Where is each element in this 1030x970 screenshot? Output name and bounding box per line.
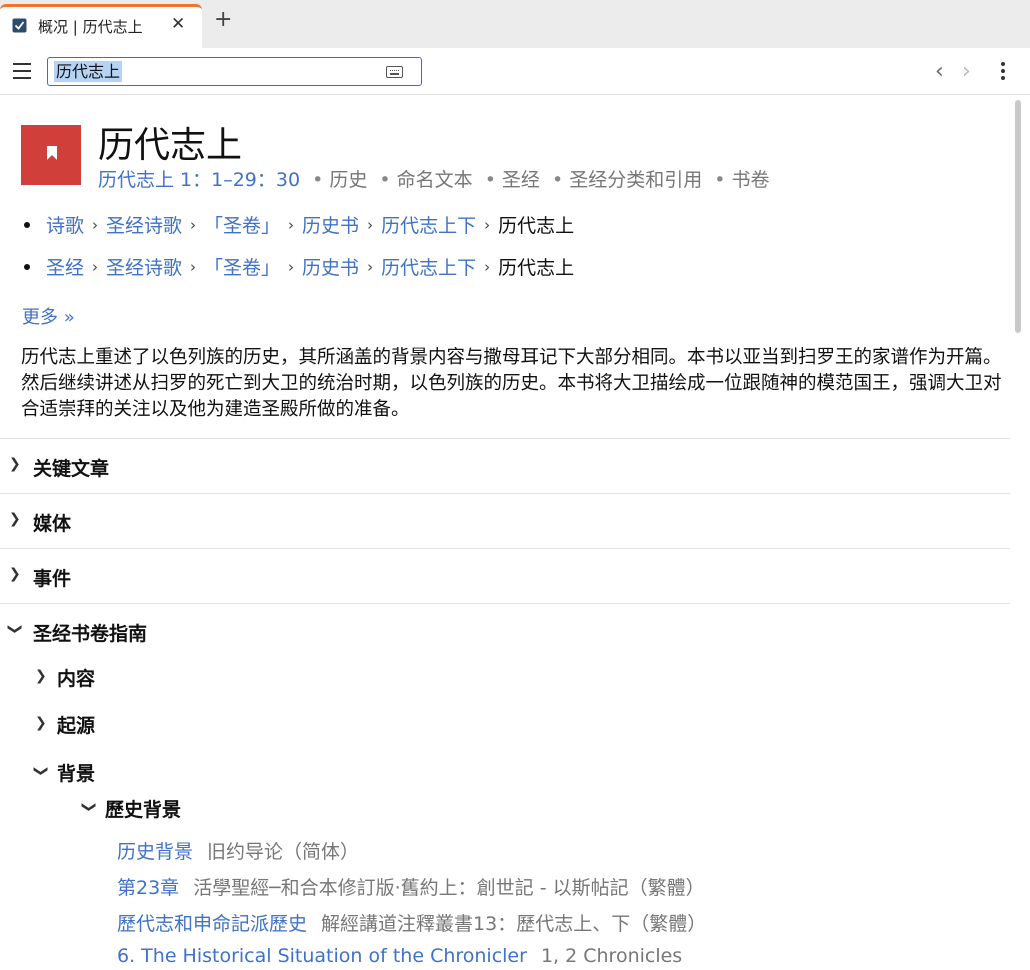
section-label: 事件: [33, 568, 72, 590]
meta-line: 历代志上 1：1–29：30 • 历史 • 命名文本 • 圣经 • 圣经分类和引用 • 书…: [98, 169, 770, 191]
bookmark-icon: [21, 125, 81, 185]
section-label: 媒体: [33, 513, 72, 535]
tag: 命名文本: [396, 169, 473, 191]
chevron-right-icon: ❯: [9, 566, 21, 582]
result-source: 旧约导论（简体）: [207, 841, 360, 863]
breadcrumb-link[interactable]: 「圣卷」: [204, 211, 280, 238]
breadcrumb-link[interactable]: 圣经诗歌: [106, 253, 182, 280]
vertical-dots-icon[interactable]: [1001, 62, 1006, 82]
list-item: 歷代志和申命記派歷史 解經講道注釋叢書13：歷代志上、下（繁體）: [117, 909, 706, 936]
tag: 历史: [329, 169, 368, 191]
search-input[interactable]: 历代志上: [47, 57, 422, 86]
chevron-down-icon: ❯: [6, 623, 23, 635]
tab-bar: 概况 | 历代志上 ✕ +: [0, 0, 1030, 48]
breadcrumb: 圣经 › 圣经诗歌 › 「圣卷」 › 历史书 › 历代志上下 › 历代志上: [22, 253, 574, 280]
scrollbar-thumb[interactable]: [1015, 100, 1021, 333]
result-link[interactable]: 6. The Historical Situation of the Chron…: [117, 945, 527, 967]
page-title: 历代志上: [98, 125, 243, 166]
tag: 圣经分类和引用: [569, 169, 703, 191]
section-events[interactable]: ❯ 事件: [0, 548, 1010, 603]
result-source: 解經講道注釋叢書13：歷代志上、下（繁體）: [321, 913, 707, 935]
list-item: 第23章 活學聖經─和合本修訂版·舊約上：創世記 - 以斯帖記（繁體）: [117, 873, 705, 900]
chevron-right-icon: ❯: [35, 715, 47, 731]
result-link[interactable]: 歷代志和申命記派歷史: [117, 913, 307, 935]
chevron-down-icon: ❯: [32, 765, 49, 777]
checklist-icon: [12, 18, 27, 33]
result-link[interactable]: 历史背景: [117, 841, 193, 863]
breadcrumb-current: 历代志上: [498, 215, 575, 237]
section-label: 圣经书卷指南: [33, 623, 148, 645]
section-media[interactable]: ❯ 媒体: [0, 493, 1010, 548]
subsection-label: 歷史背景: [105, 799, 182, 821]
search-input-value[interactable]: 历代志上: [54, 61, 123, 82]
tag: 圣经: [501, 169, 540, 191]
result-link[interactable]: 第23章: [117, 877, 179, 899]
chevron-right-icon: ❯: [9, 511, 21, 527]
breadcrumb: 诗歌 › 圣经诗歌 › 「圣卷」 › 历史书 › 历代志上下 › 历代志上: [22, 211, 574, 238]
result-source: 活學聖經─和合本修訂版·舊約上：創世記 - 以斯帖記（繁體）: [193, 877, 705, 899]
tab-title: 概况 | 历代志上: [38, 18, 143, 36]
chevron-right-icon: ❯: [35, 668, 47, 684]
breadcrumb-link[interactable]: 「圣卷」: [204, 253, 280, 280]
keyboard-icon[interactable]: [386, 66, 403, 78]
back-chevron-icon[interactable]: ‹: [935, 59, 944, 84]
chevron-down-icon: ❯: [80, 801, 97, 813]
description: 历代志上重述了以色列族的历史，其所涵盖的背景内容与撒母耳记下大部分相同。本书以亚…: [21, 347, 1002, 420]
section-key-articles[interactable]: ❯ 关键文章: [0, 438, 1010, 493]
chevron-right-icon: ❯: [9, 456, 21, 472]
tab-overview[interactable]: 概况 | 历代志上 ✕: [0, 4, 202, 48]
list-item: 6. The Historical Situation of the Chron…: [117, 945, 682, 967]
breadcrumb-link[interactable]: 圣经: [46, 253, 84, 280]
breadcrumb-link[interactable]: 历史书: [302, 211, 359, 238]
subsection-label: 起源: [57, 715, 96, 737]
toolbar: 历代志上 ‹ ›: [0, 48, 1030, 95]
result-source: 1, 2 Chronicles: [540, 945, 683, 967]
forward-chevron-icon[interactable]: ›: [962, 59, 971, 84]
breadcrumb-link[interactable]: 历史书: [302, 253, 359, 280]
tag: 书卷: [731, 169, 770, 191]
section-book-guide[interactable]: ❯ 圣经书卷指南: [0, 603, 1010, 658]
more-link[interactable]: 更多 »: [22, 303, 75, 329]
close-icon[interactable]: ✕: [171, 14, 185, 34]
breadcrumb-current: 历代志上: [498, 257, 575, 279]
breadcrumb-link[interactable]: 历代志上下: [381, 253, 476, 280]
section-label: 关键文章: [33, 458, 110, 480]
list-item: 历史背景 旧约导论（简体）: [117, 837, 359, 864]
hamburger-menu-icon[interactable]: [13, 63, 31, 79]
breadcrumb-link[interactable]: 圣经诗歌: [106, 211, 182, 238]
subsection-label: 背景: [57, 763, 96, 785]
add-tab-icon[interactable]: +: [214, 9, 232, 31]
breadcrumb-link[interactable]: 诗歌: [46, 211, 84, 238]
breadcrumb-link[interactable]: 历代志上下: [381, 211, 476, 238]
subsection-label: 内容: [57, 668, 96, 690]
reference-link[interactable]: 历代志上 1：1–29：30: [98, 169, 300, 191]
